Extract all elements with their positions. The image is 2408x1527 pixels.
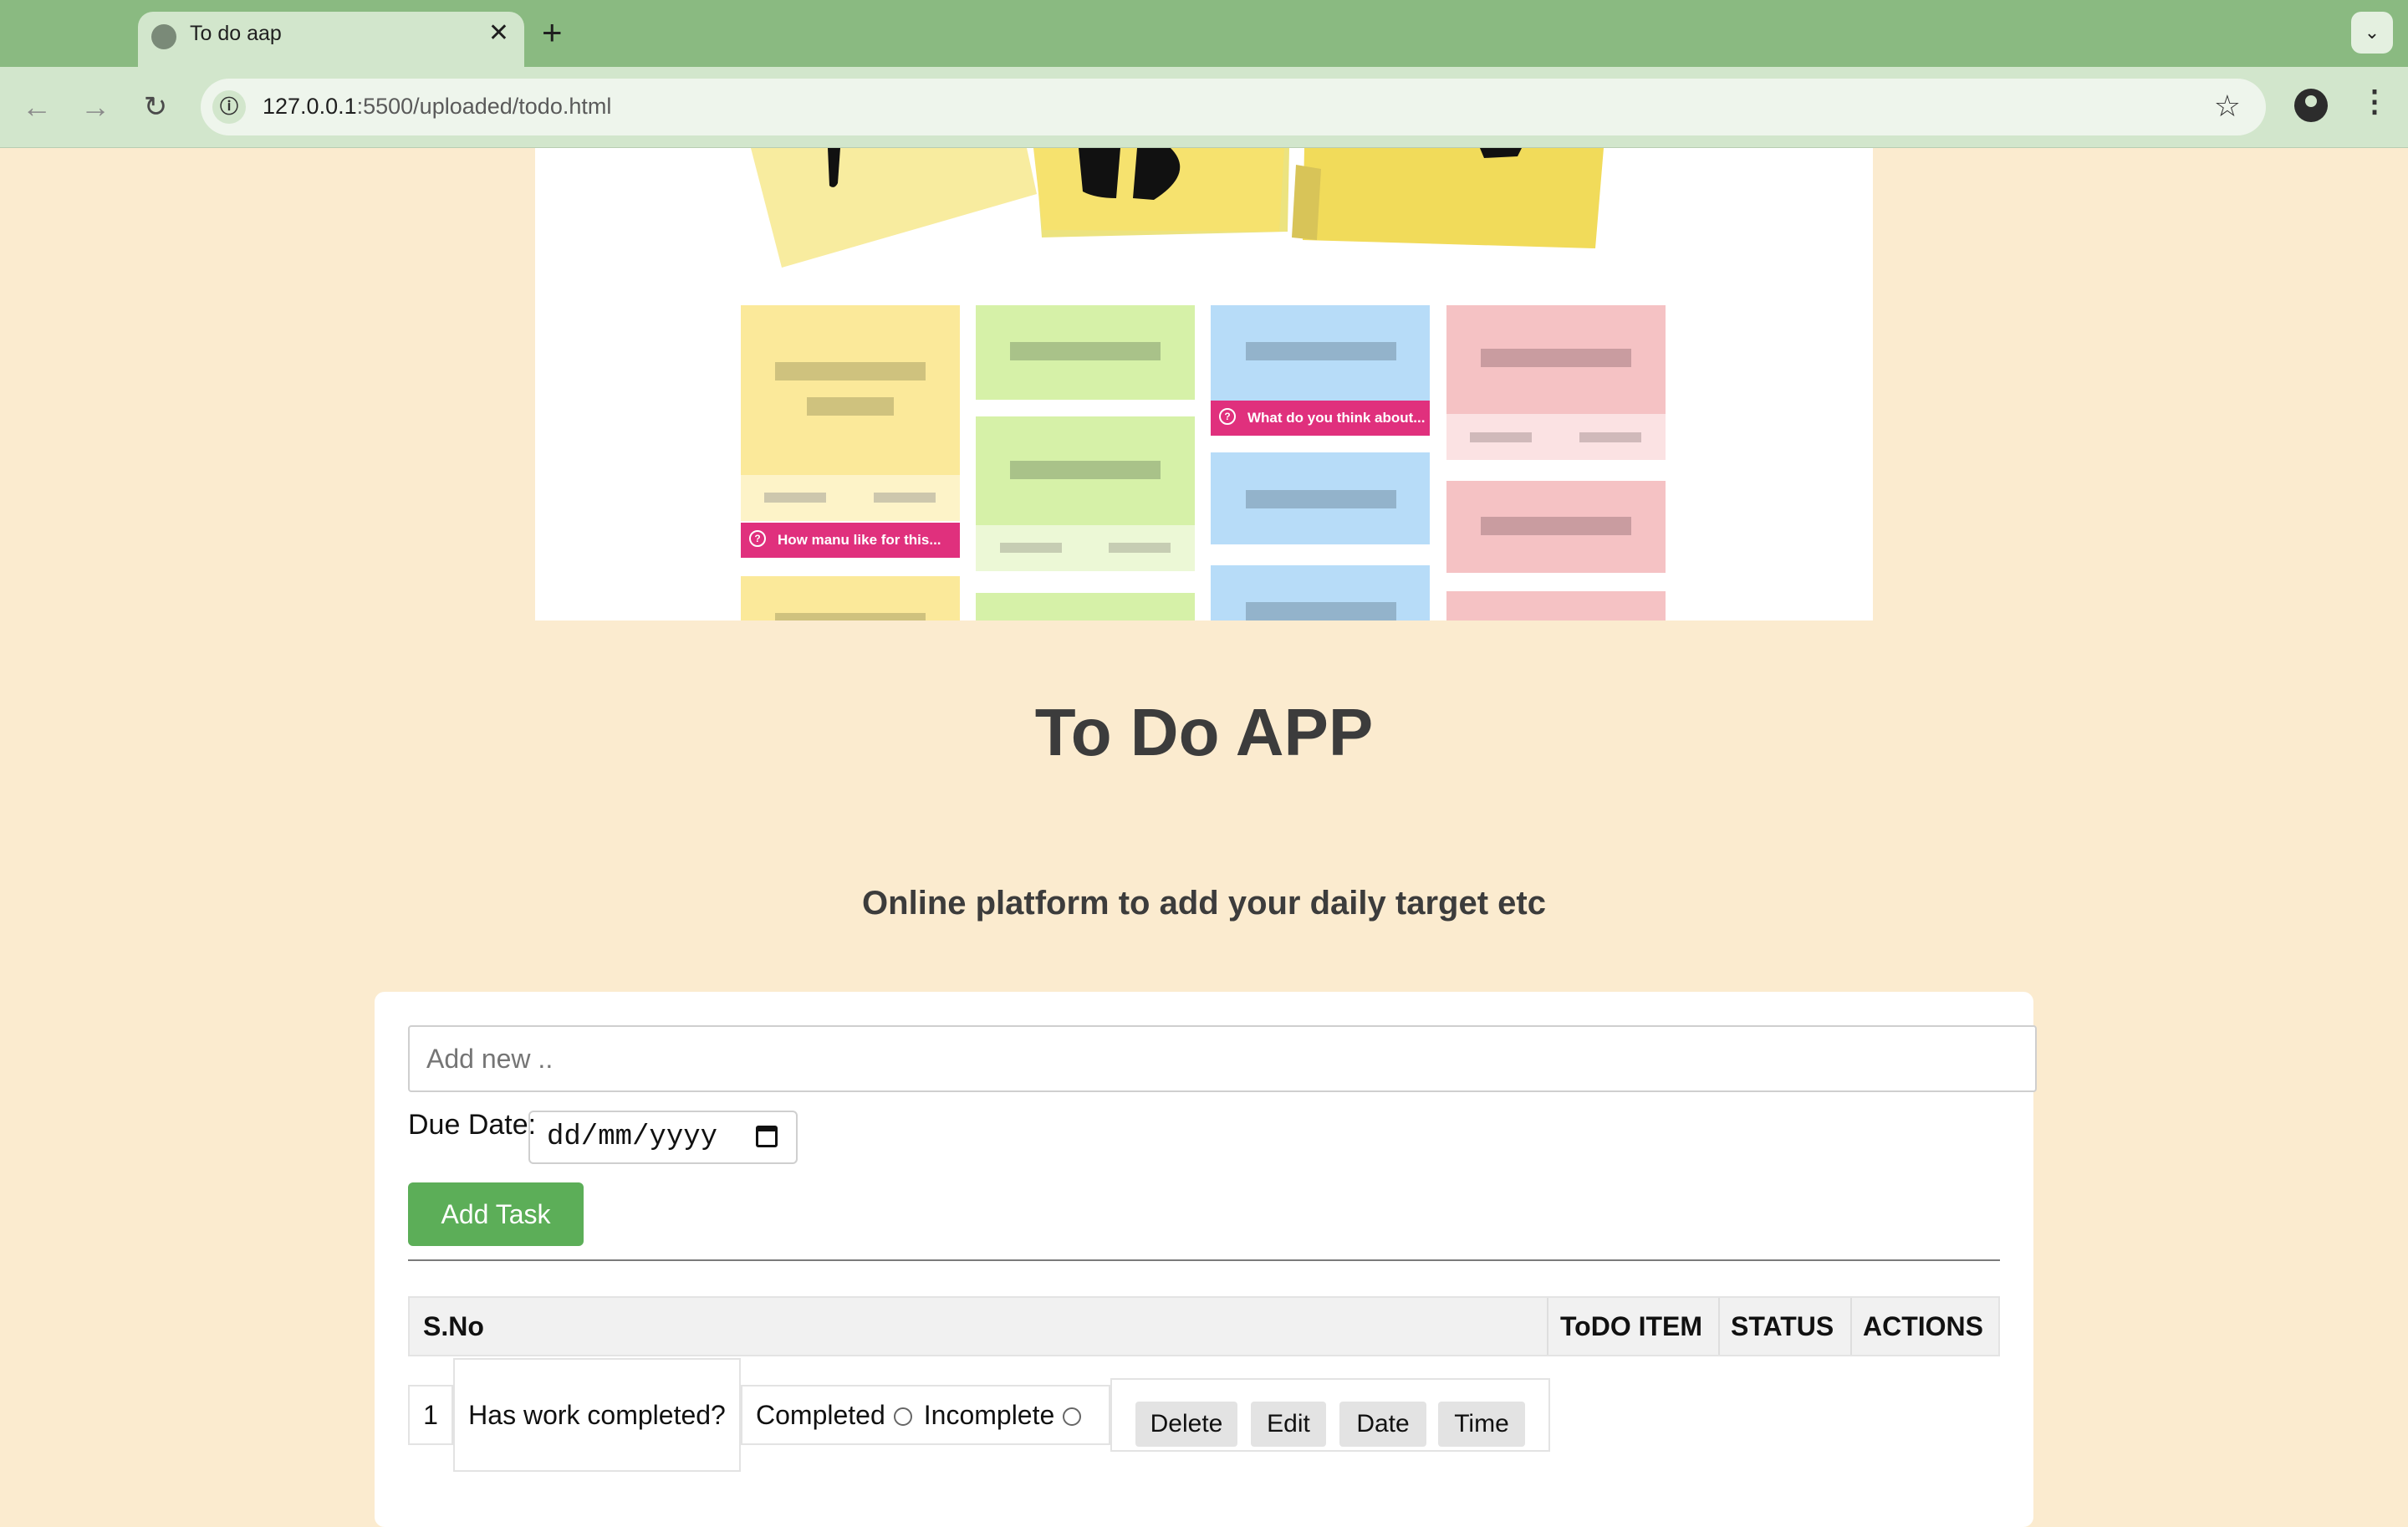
sticky-note: [741, 305, 960, 475]
sticky-note: [976, 593, 1195, 621]
page-title: To Do APP: [1034, 695, 1374, 769]
column-separator: [1718, 1298, 1720, 1355]
status-completed-label: Completed: [756, 1400, 885, 1430]
question-icon: ?: [749, 530, 766, 547]
note-bar: [775, 613, 926, 621]
due-date-input[interactable]: dd/mm/yyyy: [528, 1111, 798, 1164]
column-header-sno: S.No: [423, 1311, 484, 1341]
todo-item-text: Has work completed?: [468, 1400, 726, 1430]
note-bar: [775, 362, 926, 380]
profile-avatar-icon[interactable]: [2294, 89, 2328, 122]
url-path: :5500/uploaded/todo.html: [356, 94, 612, 119]
comment-chip-text: How manu like for this...: [778, 532, 941, 548]
add-task-button[interactable]: Add Task: [408, 1182, 584, 1246]
column-header-actions: ACTIONS: [1863, 1311, 1983, 1341]
note-bar: [1481, 349, 1631, 367]
star-icon[interactable]: ☆: [2214, 89, 2241, 124]
note-bar: [1470, 432, 1532, 442]
status-incomplete-label: Incomplete: [923, 1400, 1055, 1430]
note-bar: [1109, 543, 1171, 553]
back-icon[interactable]: ←: [18, 89, 55, 125]
column-separator: [1547, 1298, 1548, 1355]
note-bar: [1579, 432, 1641, 442]
reload-icon[interactable]: ↻: [137, 89, 174, 125]
time-button[interactable]: Time: [1438, 1402, 1525, 1447]
browser-toolbar: ← → ↻ ⓘ 127.0.0.1:5500/uploaded/todo.htm…: [0, 67, 2408, 148]
divider: [408, 1259, 2000, 1261]
table-header: S.No ToDO ITEM STATUS ACTIONS: [408, 1296, 2000, 1356]
url-text[interactable]: 127.0.0.1:5500/uploaded/todo.html: [263, 94, 611, 120]
note-bar: [1000, 543, 1062, 553]
forward-icon[interactable]: →: [77, 89, 114, 125]
menu-icon[interactable]: ⋮: [2360, 84, 2390, 119]
url-host: 127.0.0.1: [263, 94, 357, 119]
comment-chip: ? How manu like for this...: [741, 523, 960, 558]
question-icon: ?: [1219, 408, 1236, 425]
sticky-notes-title-art: [751, 148, 1604, 268]
note-bar: [1010, 461, 1161, 479]
todo-card: Due Date: dd/mm/yyyy Add Task S.No ToDO …: [375, 992, 2037, 1527]
hero-image: ? How manu like for this... ? What do yo…: [535, 148, 1873, 621]
edit-button[interactable]: Edit: [1251, 1402, 1326, 1447]
todo-item-cell: Has work completed?: [453, 1358, 741, 1472]
note-bar: [1010, 342, 1161, 360]
note-bar: [1246, 342, 1396, 360]
note-bar: [764, 493, 826, 503]
calendar-icon[interactable]: [756, 1126, 778, 1147]
column-header-status: STATUS: [1731, 1311, 1834, 1341]
column-header-item: ToDO ITEM: [1560, 1311, 1703, 1341]
row-number-cell: 1: [408, 1385, 453, 1445]
tab-strip: To do aap ✕ + ⌄: [0, 0, 2408, 67]
new-tab-button[interactable]: +: [542, 12, 563, 54]
note-bar: [1481, 517, 1631, 535]
actions-cell: Delete Edit Date Time: [1110, 1378, 1550, 1452]
close-icon[interactable]: ✕: [488, 18, 509, 48]
browser-tab[interactable]: To do aap ✕: [138, 12, 524, 67]
sticky-note: [1446, 591, 1666, 621]
column-separator: [1850, 1298, 1852, 1355]
incomplete-radio[interactable]: [1063, 1407, 1082, 1426]
note-bar: [1246, 490, 1396, 508]
row-number: 1: [423, 1400, 438, 1430]
site-info-icon[interactable]: ⓘ: [212, 90, 246, 124]
delete-button[interactable]: Delete: [1135, 1402, 1237, 1447]
chevron-down-icon[interactable]: ⌄: [2351, 12, 2393, 54]
address-bar[interactable]: ⓘ 127.0.0.1:5500/uploaded/todo.html ☆: [201, 79, 2266, 135]
note-bar: [874, 493, 936, 503]
globe-icon: [151, 24, 176, 49]
date-placeholder: dd/mm/yyyy: [547, 1121, 718, 1153]
status-cell: Completed Incomplete: [741, 1385, 1110, 1445]
task-input[interactable]: [408, 1025, 2037, 1092]
completed-radio[interactable]: [893, 1407, 912, 1426]
note-bar: [1246, 602, 1396, 621]
tab-title: To do aap: [190, 22, 282, 45]
date-button[interactable]: Date: [1339, 1402, 1426, 1447]
comment-chip-text: What do you think about...: [1247, 410, 1426, 426]
due-date-label: Due Date:: [408, 1109, 537, 1141]
note-bar: [807, 397, 894, 416]
page-subtitle: Online platform to add your daily target…: [862, 885, 1546, 922]
comment-chip: ? What do you think about...: [1211, 401, 1430, 436]
